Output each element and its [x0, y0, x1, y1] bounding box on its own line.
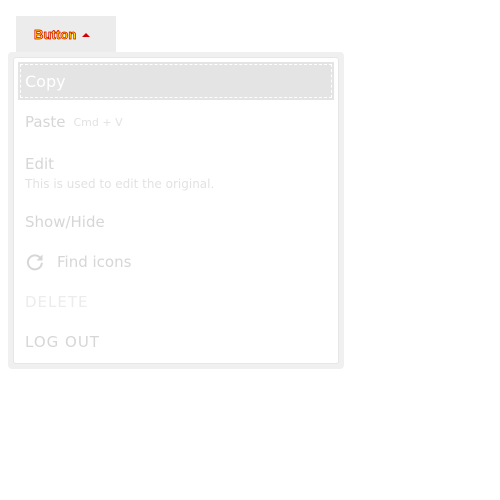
menu-item-log-out[interactable]: LOG OUT — [14, 324, 338, 360]
caret-up-icon — [82, 32, 91, 37]
menu-item-log-out-label: LOG OUT — [25, 333, 100, 351]
menu-item-edit-label: Edit — [25, 155, 55, 173]
menu-item-delete: DELETE — [14, 284, 338, 320]
menu-item-find-icons-label: Find icons — [57, 253, 132, 271]
menu-item-paste-shortcut: Cmd + V — [73, 115, 123, 129]
menu-item-copy[interactable]: Copy — [18, 62, 334, 100]
menu-item-show-hide-label: Show/Hide — [25, 213, 105, 231]
menu-item-edit[interactable]: Edit This is used to edit the original. — [14, 148, 338, 198]
menu-item-paste-label: Paste — [25, 113, 66, 131]
menu-item-edit-description: This is used to edit the original. — [25, 177, 215, 191]
refresh-icon — [25, 252, 45, 272]
menu-item-delete-label: DELETE — [25, 293, 89, 311]
menu-item-find-icons[interactable]: Find icons — [14, 244, 338, 280]
menu-item-paste[interactable]: Paste Cmd + V — [14, 104, 338, 140]
menu-item-copy-label: Copy — [25, 71, 66, 91]
menu-trigger-button[interactable]: Button — [16, 16, 116, 52]
page: Button Copy Paste Cmd + V Edit This is u… — [0, 0, 500, 500]
menu-trigger-label: Button — [34, 26, 77, 42]
menu-item-show-hide[interactable]: Show/Hide — [14, 204, 338, 240]
dropdown-menu: Copy Paste Cmd + V Edit This is used to … — [13, 57, 339, 364]
